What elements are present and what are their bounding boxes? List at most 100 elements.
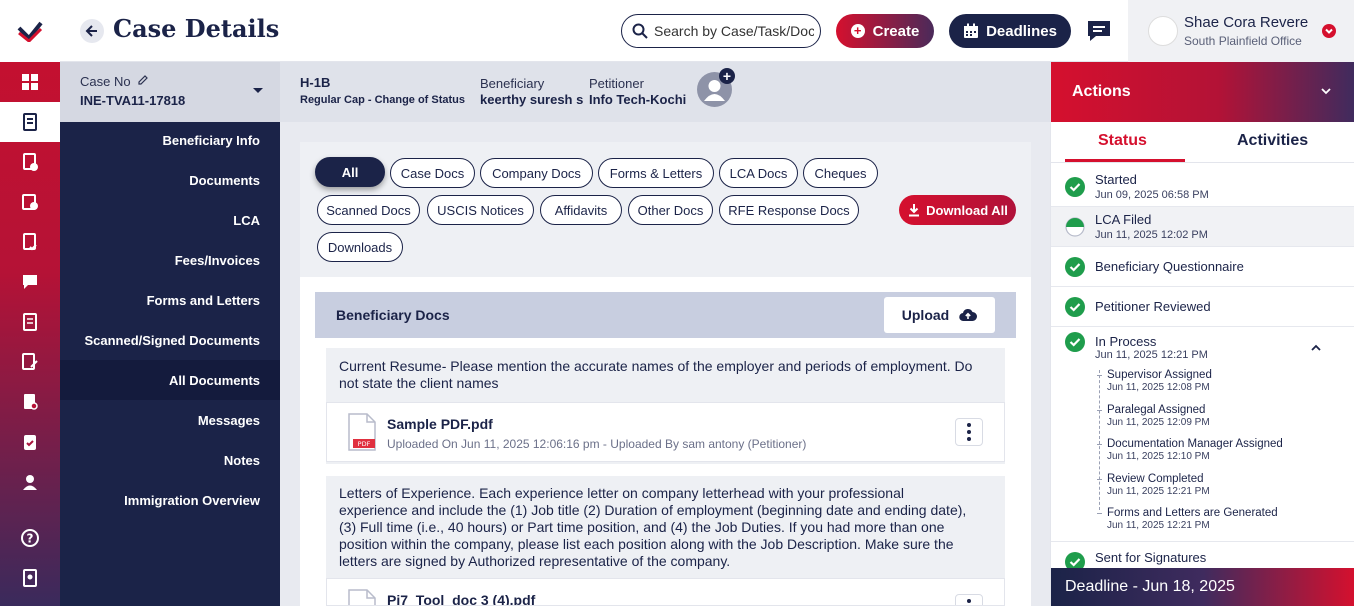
upload-button[interactable]: Upload bbox=[884, 297, 995, 333]
nav-documents[interactable]: Documents bbox=[60, 160, 280, 200]
brand-logo[interactable] bbox=[0, 0, 60, 62]
file-meta: Uploaded On Jun 11, 2025 12:06:16 pm - U… bbox=[387, 437, 807, 451]
chevron-up-icon[interactable] bbox=[1309, 341, 1323, 355]
caret-down-icon[interactable] bbox=[252, 87, 264, 95]
nav-messages[interactable]: Messages bbox=[60, 400, 280, 440]
status-date: Jun 09, 2025 06:58 PM bbox=[1095, 189, 1209, 201]
create-button[interactable]: + Create bbox=[836, 14, 934, 48]
rail-guide[interactable] bbox=[0, 558, 60, 598]
filter-forms-letters[interactable]: Forms & Letters bbox=[598, 158, 714, 188]
actions-panel: Actions Status Activities Started Jun 09… bbox=[1050, 62, 1354, 606]
user-menu[interactable]: Shae Cora Revere South Plainfield Office bbox=[1128, 0, 1354, 62]
nav-scanned-signed[interactable]: Scanned/Signed Documents bbox=[60, 320, 280, 360]
file-row[interactable]: PDF Sample PDF.pdf Uploaded On Jun 11, 2… bbox=[326, 402, 1005, 462]
file-menu-button[interactable] bbox=[955, 594, 983, 605]
nav-notes[interactable]: Notes bbox=[60, 440, 280, 480]
nav-lca[interactable]: LCA bbox=[60, 200, 280, 240]
substep-name: Supervisor Assigned bbox=[1107, 369, 1212, 381]
rail-cases[interactable] bbox=[0, 102, 60, 142]
check-circle-icon bbox=[1065, 332, 1085, 352]
avatar bbox=[1148, 16, 1178, 46]
status-beneficiary-questionnaire: Beneficiary Questionnaire bbox=[1051, 247, 1354, 287]
rail-tasks[interactable] bbox=[0, 142, 60, 182]
nav-forms-letters[interactable]: Forms and Letters bbox=[60, 280, 280, 320]
chevron-down-icon bbox=[1325, 28, 1333, 34]
substep-date: Jun 11, 2025 12:10 PM bbox=[1107, 451, 1210, 462]
filter-rfe-response-docs[interactable]: RFE Response Docs bbox=[719, 195, 859, 225]
back-button[interactable] bbox=[80, 19, 104, 43]
status-date: Jun 11, 2025 12:21 PM bbox=[1095, 349, 1208, 361]
status-date: Jun 11, 2025 12:02 PM bbox=[1095, 229, 1208, 241]
filter-downloads[interactable]: Downloads bbox=[317, 232, 403, 262]
filter-case-docs[interactable]: Case Docs bbox=[390, 158, 475, 188]
timeline-line bbox=[1099, 370, 1100, 510]
actions-title: Actions bbox=[1072, 83, 1131, 100]
rail-checklist[interactable] bbox=[0, 222, 60, 262]
actions-header[interactable]: Actions bbox=[1051, 62, 1354, 122]
tab-activities[interactable]: Activities bbox=[1237, 132, 1308, 150]
search-box[interactable] bbox=[621, 14, 821, 48]
rail-fees[interactable] bbox=[0, 182, 60, 222]
report-icon bbox=[24, 394, 38, 410]
case-side-nav: Beneficiary Info Documents LCA Fees/Invo… bbox=[60, 122, 280, 606]
file-name[interactable]: Sample PDF.pdf bbox=[387, 416, 493, 432]
nav-beneficiary-info[interactable]: Beneficiary Info bbox=[60, 120, 280, 160]
filter-other-docs[interactable]: Other Docs bbox=[628, 195, 713, 225]
file-menu-button[interactable] bbox=[955, 418, 983, 446]
user-dropdown-button[interactable] bbox=[1322, 24, 1336, 38]
timeline-tick bbox=[1097, 375, 1102, 376]
rail-edit-documents[interactable] bbox=[0, 342, 60, 382]
user-name: Shae Cora Revere bbox=[1184, 14, 1309, 31]
filter-company-docs[interactable]: Company Docs bbox=[480, 158, 593, 188]
user-office: South Plainfield Office bbox=[1184, 34, 1302, 48]
contact-icon bbox=[23, 475, 37, 490]
chat-button[interactable] bbox=[1086, 19, 1112, 43]
download-all-button[interactable]: Download All bbox=[899, 195, 1016, 225]
logo-icon bbox=[17, 21, 43, 42]
filter-uscis-notices[interactable]: USCIS Notices bbox=[427, 195, 534, 225]
deadlines-button[interactable]: Deadlines bbox=[949, 14, 1071, 48]
chat-icon bbox=[1088, 21, 1110, 41]
chevron-down-icon[interactable] bbox=[1319, 84, 1333, 98]
panel-title: Beneficiary Docs bbox=[336, 307, 450, 323]
status-name: Beneficiary Questionnaire bbox=[1095, 259, 1244, 274]
filter-cheques[interactable]: Cheques bbox=[803, 158, 878, 188]
filter-affidavits[interactable]: Affidavits bbox=[540, 195, 622, 225]
deadline-banner: Deadline - Jun 18, 2025 bbox=[1051, 568, 1354, 606]
rail-messages[interactable] bbox=[0, 262, 60, 302]
nav-all-documents[interactable]: All Documents bbox=[60, 360, 280, 400]
requirement-experience-letters: Letters of Experience. Each experience l… bbox=[326, 476, 1005, 606]
file-row[interactable]: Pi7_Tool_doc 3 (4).pdf bbox=[326, 578, 1005, 606]
filter-scanned-docs[interactable]: Scanned Docs bbox=[317, 195, 420, 225]
rail-clipboard[interactable] bbox=[0, 422, 60, 462]
case-summary-bar: Case No INE-TVA11-17818 H-1B Regular Cap… bbox=[60, 62, 1050, 122]
rail-contacts[interactable] bbox=[0, 462, 60, 502]
requirement-text: Current Resume- Please mention the accur… bbox=[339, 358, 972, 392]
nav-fees-invoices[interactable]: Fees/Invoices bbox=[60, 240, 280, 280]
petitioner-label: Petitioner bbox=[589, 76, 644, 91]
requirement-line: (3) Full time (i.e., 40 hours) or Part t… bbox=[339, 519, 945, 535]
case-selector[interactable]: Case No INE-TVA11-17818 bbox=[60, 62, 280, 122]
rail-documents[interactable] bbox=[0, 302, 60, 342]
main-content: All Case Docs Company Docs Forms & Lette… bbox=[280, 122, 1050, 606]
nav-immigration-overview[interactable]: Immigration Overview bbox=[60, 480, 280, 520]
file-name[interactable]: Pi7_Tool_doc 3 (4).pdf bbox=[387, 592, 535, 605]
arrow-left-icon bbox=[85, 25, 97, 37]
rail-help[interactable]: ? bbox=[0, 518, 60, 558]
filter-lca-docs[interactable]: LCA Docs bbox=[719, 158, 798, 188]
pencil-icon[interactable] bbox=[137, 74, 149, 86]
substep-date: Jun 11, 2025 12:08 PM bbox=[1107, 382, 1210, 393]
add-assignee-button[interactable]: + bbox=[719, 68, 735, 84]
timeline-tick bbox=[1097, 410, 1102, 411]
tab-status[interactable]: Status bbox=[1098, 132, 1147, 150]
filter-all[interactable]: All bbox=[315, 157, 385, 187]
search-input[interactable] bbox=[654, 23, 814, 39]
rail-reports[interactable] bbox=[0, 382, 60, 422]
rail-dashboard[interactable] bbox=[0, 62, 60, 102]
substep-documentation-manager-assigned: Documentation Manager Assigned Jun 11, 2… bbox=[1097, 438, 1283, 462]
status-petitioner-reviewed: Petitioner Reviewed bbox=[1051, 287, 1354, 327]
panel-header: Beneficiary Docs Upload bbox=[315, 292, 1016, 338]
status-sent-for-signatures: Sent for Signatures bbox=[1051, 542, 1354, 572]
search-icon bbox=[632, 23, 648, 39]
task-icon bbox=[23, 153, 38, 171]
